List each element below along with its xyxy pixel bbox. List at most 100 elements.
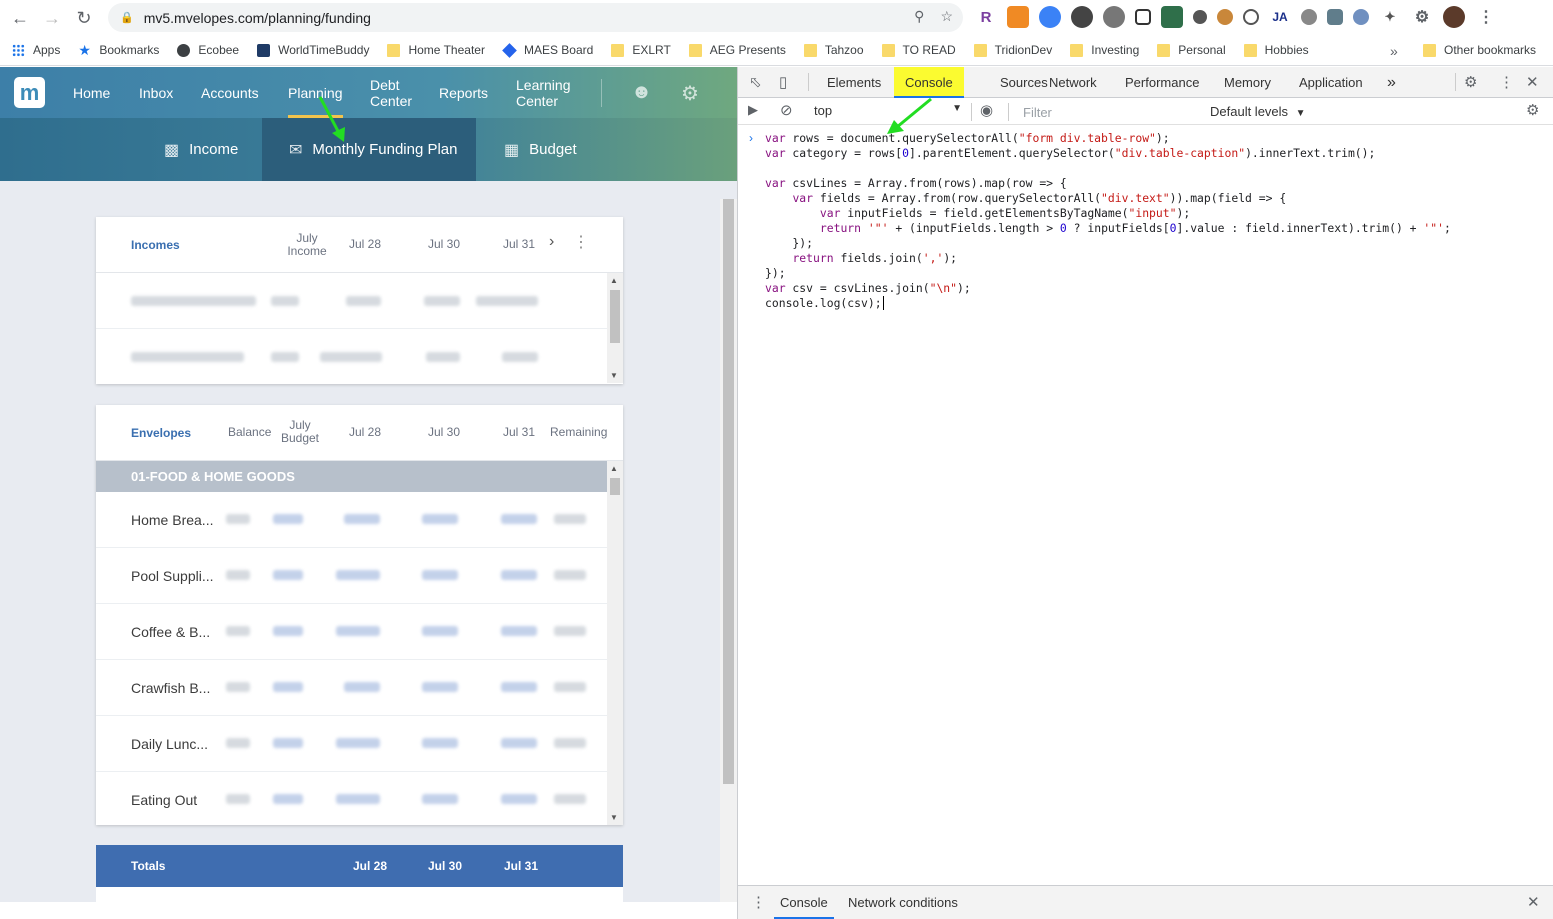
scroll-down-icon[interactable]: ▼ <box>610 813 618 822</box>
bookmark-bookmarks[interactable]: ★ Bookmarks <box>78 43 159 58</box>
bookmark-maes-board[interactable]: MAES Board <box>502 42 593 58</box>
nav-inbox[interactable]: Inbox <box>139 67 173 118</box>
table-row[interactable]: Eating Out <box>96 772 607 825</box>
nav-accounts[interactable]: Accounts <box>201 67 259 118</box>
table-row[interactable]: Crawfish B... <box>96 660 607 716</box>
settings-gear-icon[interactable]: ⚙ <box>681 81 699 106</box>
tab-memory[interactable]: Memory <box>1224 67 1271 98</box>
extension-blue2-icon[interactable] <box>1353 9 1369 25</box>
bookmark-aeg-presents[interactable]: AEG Presents <box>688 43 786 57</box>
console-input[interactable]: var rows = document.querySelectorAll("fo… <box>765 131 1451 311</box>
devtools-menu-icon[interactable]: ⋮ <box>1499 73 1514 91</box>
tab-sources[interactable]: Sources <box>1000 67 1048 98</box>
subnav-budget[interactable]: ▦ Budget <box>504 118 577 181</box>
table-row[interactable]: Coffee & B... <box>96 604 607 660</box>
extension-green-icon[interactable] <box>1161 6 1183 28</box>
device-toolbar-icon[interactable]: ▯ <box>779 73 787 91</box>
extension-circle-icon[interactable] <box>1193 10 1207 24</box>
bookmark-star-icon[interactable]: ☆ <box>940 8 953 25</box>
nav-planning[interactable]: Planning <box>288 67 343 118</box>
extension-blue-icon[interactable] <box>1039 6 1061 28</box>
extensions-puzzle-icon[interactable]: ⚙ <box>1411 6 1433 28</box>
bookmark-personal[interactable]: Personal <box>1157 43 1226 57</box>
address-bar[interactable]: 🔒 mv5.mvelopes.com/planning/funding ⚲ ☆ <box>108 3 963 32</box>
forward-icon[interactable]: → <box>36 2 68 34</box>
other-bookmarks[interactable]: Other bookmarks <box>1423 43 1536 57</box>
bookmark-apps[interactable]: Apps <box>12 43 60 57</box>
user-icon[interactable]: ☻ <box>631 81 652 104</box>
scroll-thumb[interactable] <box>610 290 620 343</box>
envelope-group-row[interactable]: 01-FOOD & HOME GOODS <box>96 461 607 492</box>
extension-gear-icon[interactable] <box>1103 6 1125 28</box>
log-levels-dropdown[interactable]: Default levels ▼ <box>1210 104 1306 119</box>
scroll-thumb[interactable] <box>723 199 734 784</box>
avatar[interactable] <box>1443 6 1465 28</box>
clear-console-icon[interactable]: ⊘ <box>780 101 793 119</box>
bookmark-investing[interactable]: Investing <box>1070 43 1139 57</box>
tab-network[interactable]: Network <box>1049 67 1097 98</box>
inspect-element-icon[interactable]: ⬁ <box>749 73 762 91</box>
nav-home[interactable]: Home <box>73 67 110 118</box>
extension-outline-icon[interactable] <box>1243 9 1259 25</box>
reload-icon[interactable]: ↻ <box>68 2 100 34</box>
extension-translate-icon[interactable]: ✦ <box>1379 6 1401 28</box>
bookmark-home-theater[interactable]: Home Theater <box>387 43 485 57</box>
devtools-settings-icon[interactable]: ⚙ <box>1464 73 1477 91</box>
scroll-up-icon[interactable]: ▲ <box>610 464 618 473</box>
bookmark-tahzoo[interactable]: Tahzoo <box>803 43 864 57</box>
nav-reports[interactable]: Reports <box>439 67 488 118</box>
nav-learning-center[interactable]: Learning Center <box>516 67 578 118</box>
more-tabs-icon[interactable]: » <box>1387 67 1396 98</box>
tab-application[interactable]: Application <box>1299 67 1363 98</box>
tab-performance[interactable]: Performance <box>1125 67 1199 98</box>
tab-elements[interactable]: Elements <box>827 67 881 98</box>
table-row[interactable]: Home Brea... <box>96 492 607 548</box>
bookmark-tridiondev[interactable]: TridionDev <box>973 43 1052 57</box>
nav-debt-center[interactable]: Debt Center <box>370 67 415 118</box>
cookie-icon[interactable] <box>1217 9 1233 25</box>
screenshot-icon[interactable] <box>1135 9 1151 25</box>
subnav-income[interactable]: ▩ Income <box>164 118 238 181</box>
col-remaining: Remaining <box>550 425 608 439</box>
app-logo[interactable]: m <box>14 77 45 108</box>
bookmark-ecobee[interactable]: Ecobee <box>177 43 239 57</box>
scroll-thumb[interactable] <box>610 478 620 495</box>
console-filter-input[interactable] <box>1017 102 1199 122</box>
bookmark-worldtimebuddy[interactable]: WorldTimeBuddy <box>257 43 369 57</box>
back-icon[interactable]: ← <box>4 2 36 34</box>
show-sidebar-icon[interactable]: ▶ <box>748 102 758 118</box>
tab-console[interactable]: Console <box>894 67 964 98</box>
next-columns-icon[interactable]: › <box>549 233 554 251</box>
extension-s-icon[interactable] <box>1327 9 1343 25</box>
extension-ja-icon[interactable]: JA <box>1269 6 1291 28</box>
subnav-monthly-funding-plan[interactable]: ✉ Monthly Funding Plan <box>262 118 476 181</box>
envelopes-scrollbar[interactable]: ▲ ▼ <box>607 461 623 825</box>
incomes-scrollbar[interactable]: ▲ ▼ <box>607 273 623 383</box>
pinterest-icon[interactable] <box>1071 6 1093 28</box>
drawer-tab-console[interactable]: Console <box>774 886 834 919</box>
table-row[interactable] <box>96 329 623 385</box>
bookmark-to-read[interactable]: TO READ <box>881 43 956 57</box>
more-bookmarks-icon[interactable]: » <box>1390 43 1398 59</box>
extension-r-icon[interactable]: R <box>975 6 997 28</box>
table-row[interactable]: Pool Suppli... <box>96 548 607 604</box>
close-devtools-icon[interactable]: ✕ <box>1526 73 1539 91</box>
close-drawer-icon[interactable]: ✕ <box>1527 893 1540 911</box>
bookmark-exlrt[interactable]: EXLRT <box>611 43 671 57</box>
table-row[interactable]: Daily Lunc... <box>96 716 607 772</box>
drawer-menu-icon[interactable]: ⋮ <box>751 893 766 911</box>
drawer-tab-network-conditions[interactable]: Network conditions <box>848 886 958 919</box>
console-settings-icon[interactable]: ⚙ <box>1526 101 1539 119</box>
extension-u-icon[interactable] <box>1301 9 1317 25</box>
scroll-down-icon[interactable]: ▼ <box>610 371 618 380</box>
table-row[interactable] <box>96 273 623 329</box>
more-options-icon[interactable]: ⋮ <box>573 232 589 252</box>
chrome-menu-icon[interactable]: ⋮ <box>1475 6 1497 28</box>
key-icon[interactable]: ⚲ <box>914 8 924 25</box>
bookmark-hobbies[interactable]: Hobbies <box>1243 43 1309 57</box>
live-expression-eye-icon[interactable]: ◉ <box>980 101 993 119</box>
context-selector[interactable]: top ▼ <box>814 103 962 121</box>
extension-orange-icon[interactable] <box>1007 6 1029 28</box>
page-vertical-scrollbar[interactable] <box>720 199 737 902</box>
scroll-up-icon[interactable]: ▲ <box>610 276 618 285</box>
